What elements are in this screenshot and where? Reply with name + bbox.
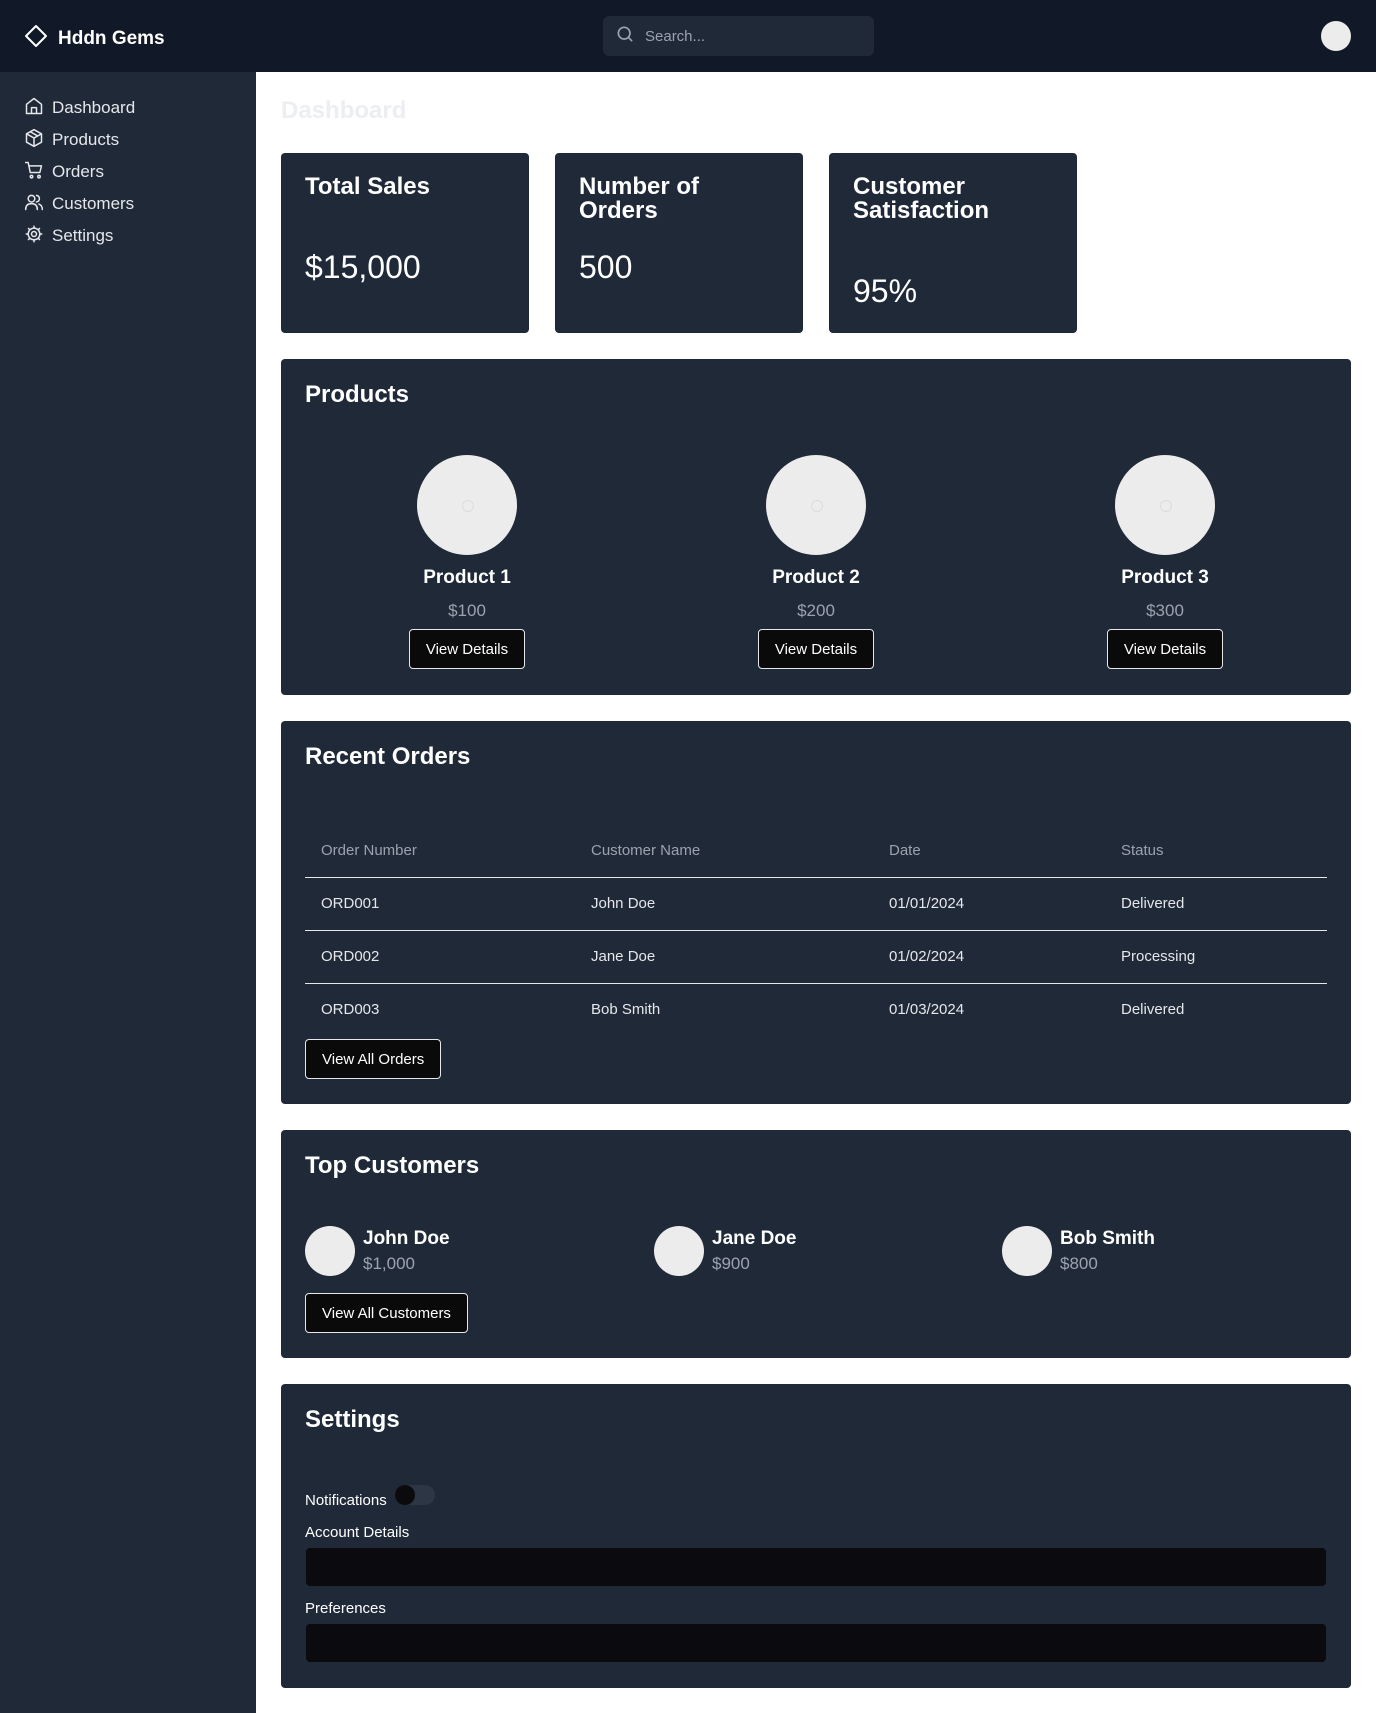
- sidebar-item-orders[interactable]: Orders: [24, 160, 104, 184]
- customer-name: Bob Smith: [591, 1001, 661, 1019]
- user-avatar[interactable]: [1321, 21, 1351, 51]
- product-name: Product 2: [772, 567, 860, 588]
- column-header: Status: [1105, 825, 1327, 878]
- product-card: Product 2 $200 View Details: [716, 455, 916, 669]
- section-title: Products: [305, 381, 410, 408]
- preferences-field[interactable]: [306, 1624, 1326, 1662]
- view-all-orders-button[interactable]: View All Orders: [305, 1039, 442, 1079]
- diamond-icon: [24, 24, 48, 53]
- column-header: Customer Name: [575, 825, 873, 878]
- customer-item[interactable]: Bob Smith $800: [1002, 1226, 1155, 1276]
- order-date: 01/02/2024: [873, 930, 1105, 984]
- customer-avatar: [305, 1226, 355, 1276]
- account-details-label: Account Details: [305, 1524, 410, 1541]
- view-all-customers-button[interactable]: View All Customers: [305, 1293, 468, 1333]
- product-card: Product 1 $100 View Details: [367, 455, 567, 669]
- settings-section: Settings Notifications Account Details P…: [281, 1384, 1351, 1688]
- sidebar-item-label: Orders: [52, 162, 104, 181]
- order-status: Delivered: [1121, 1001, 1185, 1019]
- stat-card-total-sales: Total Sales $15,000: [281, 153, 529, 333]
- sidebar-item-label: Settings: [52, 226, 114, 245]
- customer-name: John Doe: [363, 1228, 450, 1249]
- stat-title: Number of Orders: [579, 173, 699, 224]
- order-status: Processing: [1105, 930, 1327, 984]
- customer-name: Jane Doe: [712, 1228, 797, 1249]
- customer-amount: $900: [712, 1254, 750, 1273]
- search-icon: [615, 24, 635, 49]
- brand[interactable]: Hddn Gems: [24, 24, 165, 53]
- order-number: ORD001: [305, 877, 575, 931]
- products-section: Products Product 1 $100 View Details Pro…: [281, 359, 1351, 695]
- customer-avatar: [1002, 1226, 1052, 1276]
- top-customers-section: Top Customers John Doe $1,000 Jane Doe $…: [281, 1130, 1351, 1358]
- sidebar-item-dashboard[interactable]: Dashboard: [24, 96, 135, 120]
- customer-name: Bob Smith: [1060, 1228, 1155, 1249]
- product-price: $200: [797, 601, 835, 620]
- section-title: Settings: [305, 1406, 400, 1433]
- orders-table: Order Number Customer Name Date Status O…: [305, 825, 1327, 1036]
- gear-icon: [24, 224, 44, 249]
- product-image: [417, 455, 517, 555]
- table-row[interactable]: ORD003 Bob Smith 01/03/2024 Delivered: [305, 983, 1327, 1036]
- product-price: $300: [1146, 601, 1184, 620]
- stat-card-satisfaction: Customer Satisfaction 95%: [829, 153, 1077, 333]
- customer-name: Jane Doe: [575, 930, 873, 984]
- sidebar-item-customers[interactable]: Customers: [24, 192, 134, 216]
- toggle-knob: [395, 1485, 415, 1505]
- order-number: ORD002: [305, 930, 575, 984]
- table-header-row: Order Number Customer Name Date Status: [305, 825, 1327, 878]
- notifications-toggle[interactable]: [395, 1485, 435, 1505]
- stat-card-orders: Number of Orders 500: [555, 153, 803, 333]
- product-image: [766, 455, 866, 555]
- notifications-label: Notifications: [305, 1492, 387, 1509]
- stat-title: Customer Satisfaction: [853, 173, 990, 224]
- recent-orders-section: Recent Orders Order Number Customer Name…: [281, 721, 1351, 1104]
- order-date: 01/03/2024: [889, 1001, 965, 1019]
- product-name: Product 3: [1121, 567, 1209, 588]
- stat-value: 95%: [853, 273, 918, 309]
- sidebar-item-label: Products: [52, 130, 120, 149]
- sidebar-item-products[interactable]: Products: [24, 128, 119, 152]
- column-header: Order Number: [305, 825, 575, 878]
- brand-name: Hddn Gems: [58, 27, 165, 49]
- customer-name: John Doe: [575, 877, 873, 931]
- view-details-button[interactable]: View Details: [757, 629, 875, 669]
- view-details-button[interactable]: View Details: [1106, 629, 1224, 669]
- table-row[interactable]: ORD002 Jane Doe 01/02/2024 Processing: [305, 930, 1327, 984]
- column-header: Date: [873, 825, 1105, 878]
- stat-value: 500: [579, 249, 633, 285]
- preferences-label: Preferences: [305, 1600, 386, 1617]
- section-title: Recent Orders: [305, 743, 471, 770]
- sidebar-item-settings[interactable]: Settings: [24, 224, 113, 248]
- sidebar-item-label: Dashboard: [52, 98, 136, 117]
- product-name: Product 1: [423, 567, 511, 588]
- cart-icon: [24, 160, 44, 185]
- customer-amount: $800: [1060, 1254, 1098, 1273]
- search-input[interactable]: [645, 27, 865, 45]
- sidebar-item-label: Customers: [52, 194, 135, 213]
- order-status: Delivered: [1105, 877, 1327, 931]
- stat-value: $15,000: [305, 249, 421, 285]
- product-price: $100: [448, 601, 486, 620]
- customer-avatar: [654, 1226, 704, 1276]
- top-header: Hddn Gems: [0, 0, 1376, 72]
- customer-item[interactable]: John Doe $1,000: [305, 1226, 450, 1276]
- order-number: ORD003: [321, 1001, 380, 1019]
- search-box[interactable]: [603, 16, 874, 56]
- section-title: Top Customers: [305, 1152, 480, 1179]
- stat-title: Total Sales: [305, 173, 430, 200]
- users-icon: [24, 192, 44, 217]
- order-date: 01/01/2024: [873, 877, 1105, 931]
- customer-item[interactable]: Jane Doe $900: [654, 1226, 796, 1276]
- package-icon: [24, 128, 44, 153]
- sidebar: Dashboard Products Orders Customers Sett…: [0, 72, 256, 1713]
- page-title: Dashboard: [281, 97, 407, 124]
- home-icon: [24, 96, 44, 121]
- view-details-button[interactable]: View Details: [408, 629, 526, 669]
- account-details-field[interactable]: [306, 1548, 1326, 1586]
- product-card: Product 3 $300 View Details: [1065, 455, 1265, 669]
- table-row[interactable]: ORD001 John Doe 01/01/2024 Delivered: [305, 877, 1327, 931]
- product-image: [1115, 455, 1215, 555]
- customer-amount: $1,000: [363, 1254, 415, 1273]
